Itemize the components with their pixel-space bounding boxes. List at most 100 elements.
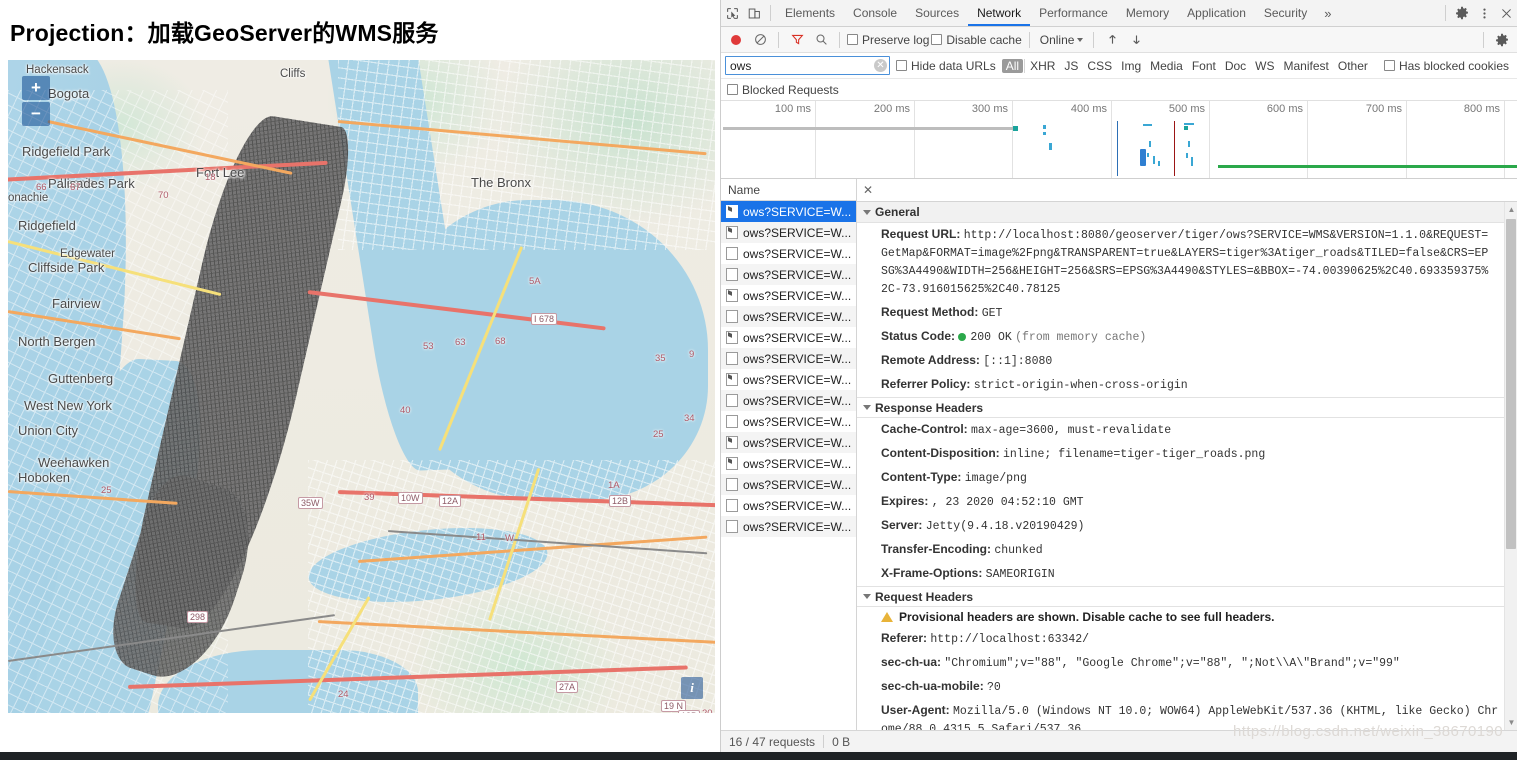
close-detail-icon[interactable]: ✕: [857, 183, 879, 197]
devtools-tab-elements[interactable]: Elements: [776, 0, 844, 26]
has-blocked-cookies-checkbox[interactable]: Has blocked cookies: [1384, 59, 1509, 73]
filter-type-font[interactable]: Font: [1188, 59, 1220, 73]
filter-type-xhr[interactable]: XHR: [1026, 59, 1059, 73]
filter-type-img[interactable]: Img: [1117, 59, 1145, 73]
devtools-tab-security[interactable]: Security: [1255, 0, 1316, 26]
gear-icon[interactable]: [1451, 2, 1473, 24]
request-row[interactable]: ows?SERVICE=W...: [721, 285, 856, 306]
response-header-row: Content-Type: image/png: [857, 466, 1517, 490]
blocked-requests-checkbox[interactable]: Blocked Requests: [727, 83, 839, 97]
map-route-shield: 35: [655, 353, 666, 364]
devtools-tab-performance[interactable]: Performance: [1030, 0, 1117, 26]
response-headers-section-header[interactable]: Response Headers: [857, 397, 1517, 418]
request-headers-section-header[interactable]: Request Headers: [857, 586, 1517, 607]
devtools-tab-memory[interactable]: Memory: [1117, 0, 1178, 26]
page-title: Projection：加载GeoServer的WMS服务: [10, 14, 720, 48]
request-name-column-header[interactable]: Name: [721, 179, 856, 201]
map-place-label: Hoboken: [18, 470, 70, 485]
more-options-icon[interactable]: [1473, 2, 1495, 24]
requests-count-text: 16 / 47 requests: [729, 735, 815, 749]
checkbox-box: [847, 34, 858, 45]
transferred-size-text: 0 B: [832, 735, 850, 749]
filter-type-doc[interactable]: Doc: [1221, 59, 1250, 73]
status-code-row: Status Code: 200 OK (from memory cache): [857, 325, 1517, 349]
request-row[interactable]: ows?SERVICE=W...: [721, 243, 856, 264]
export-har-icon[interactable]: [1125, 29, 1147, 51]
filter-type-manifest[interactable]: Manifest: [1280, 59, 1333, 73]
overview-tick-label: 500 ms: [1169, 103, 1209, 115]
preserve-log-checkbox[interactable]: Preserve log: [847, 33, 929, 47]
request-row[interactable]: ows?SERVICE=W...: [721, 390, 856, 411]
overview-request-block: [1140, 149, 1146, 166]
clear-filter-icon[interactable]: ✕: [874, 59, 887, 72]
zoom-out-button[interactable]: −: [22, 102, 50, 126]
request-row[interactable]: ows?SERVICE=W...: [721, 306, 856, 327]
thumbnail-mark: [728, 332, 732, 338]
request-row[interactable]: ows?SERVICE=W...: [721, 516, 856, 537]
throttling-select[interactable]: Online: [1037, 33, 1087, 47]
request-row-name: ows?SERVICE=W...: [743, 394, 851, 408]
map-route-shield: 35W: [298, 497, 323, 509]
map-zoom-control[interactable]: + −: [22, 76, 50, 126]
scroll-up-icon[interactable]: ▲: [1505, 202, 1517, 217]
disable-cache-checkbox[interactable]: Disable cache: [931, 33, 1021, 47]
browser-page-pane: Projection：加载GeoServer的WMS服务: [0, 0, 720, 760]
openlayers-map[interactable]: BogotaHackensackCliffsRidgefield ParkLeo…: [8, 60, 715, 713]
request-thumbnail-icon: [726, 310, 738, 323]
devtools-tab-console[interactable]: Console: [844, 0, 906, 26]
filter-icon[interactable]: [786, 29, 808, 51]
request-row[interactable]: ows?SERVICE=W...: [721, 348, 856, 369]
filter-input[interactable]: [725, 56, 890, 75]
request-row[interactable]: ows?SERVICE=W...: [721, 453, 856, 474]
response-header-key: Server:: [881, 518, 926, 532]
request-row[interactable]: ows?SERVICE=W...: [721, 264, 856, 285]
overview-gridline: [815, 101, 816, 178]
response-header-row: X-Frame-Options: SAMEORIGIN: [857, 562, 1517, 586]
request-row[interactable]: ows?SERVICE=W...: [721, 369, 856, 390]
more-tabs-button[interactable]: »: [1316, 6, 1339, 21]
filter-type-other[interactable]: Other: [1334, 59, 1372, 73]
scrollbar-thumb[interactable]: [1506, 219, 1516, 549]
request-url-value[interactable]: http://localhost:8080/geoserver/tiger/ow…: [881, 229, 1488, 296]
filter-type-js[interactable]: JS: [1060, 59, 1082, 73]
record-button[interactable]: [725, 29, 747, 51]
request-row[interactable]: ows?SERVICE=W...: [721, 201, 856, 222]
hide-data-urls-checkbox[interactable]: Hide data URLs: [896, 59, 996, 73]
zoom-in-button[interactable]: +: [22, 76, 50, 100]
overview-tick-label: 300 ms: [972, 103, 1012, 115]
detail-scrollbar[interactable]: ▲ ▼: [1504, 202, 1517, 730]
filter-type-css[interactable]: CSS: [1083, 59, 1116, 73]
search-icon[interactable]: [810, 29, 832, 51]
filter-type-media[interactable]: Media: [1146, 59, 1187, 73]
request-row[interactable]: ows?SERVICE=W...: [721, 411, 856, 432]
filter-type-all[interactable]: All: [1002, 59, 1023, 73]
map-place-label: The Bronx: [471, 175, 531, 190]
network-settings-gear-icon[interactable]: [1491, 29, 1513, 51]
request-row[interactable]: ows?SERVICE=W...: [721, 495, 856, 516]
checkbox-box: [896, 60, 907, 71]
request-row[interactable]: ows?SERVICE=W...: [721, 474, 856, 495]
request-row[interactable]: ows?SERVICE=W...: [721, 327, 856, 348]
map-attribution-button[interactable]: i: [681, 677, 703, 699]
devtools-tab-sources[interactable]: Sources: [906, 0, 968, 26]
request-row-name: ows?SERVICE=W...: [743, 415, 851, 429]
request-detail-body: General Request URL: http://localhost:80…: [857, 202, 1517, 730]
request-row[interactable]: ows?SERVICE=W...: [721, 432, 856, 453]
scroll-down-icon[interactable]: ▼: [1505, 715, 1517, 730]
map-route-shield: 66: [36, 182, 47, 193]
inspect-element-icon[interactable]: [721, 2, 743, 24]
overview-request-speck: [1186, 153, 1188, 158]
import-har-icon[interactable]: [1101, 29, 1123, 51]
network-overview-timeline[interactable]: 100 ms200 ms300 ms400 ms500 ms600 ms700 …: [721, 101, 1517, 179]
general-section-header[interactable]: General: [857, 202, 1517, 223]
map-route-shield: W: [505, 533, 514, 544]
clear-button[interactable]: [749, 29, 771, 51]
map-route-shield: 34: [684, 413, 695, 424]
map-route-shield: I 678: [531, 313, 557, 325]
close-icon[interactable]: [1495, 2, 1517, 24]
request-row[interactable]: ows?SERVICE=W...: [721, 222, 856, 243]
device-toolbar-icon[interactable]: [743, 2, 765, 24]
devtools-tab-application[interactable]: Application: [1178, 0, 1255, 26]
filter-type-ws[interactable]: WS: [1251, 59, 1278, 73]
devtools-tab-network[interactable]: Network: [968, 0, 1030, 26]
